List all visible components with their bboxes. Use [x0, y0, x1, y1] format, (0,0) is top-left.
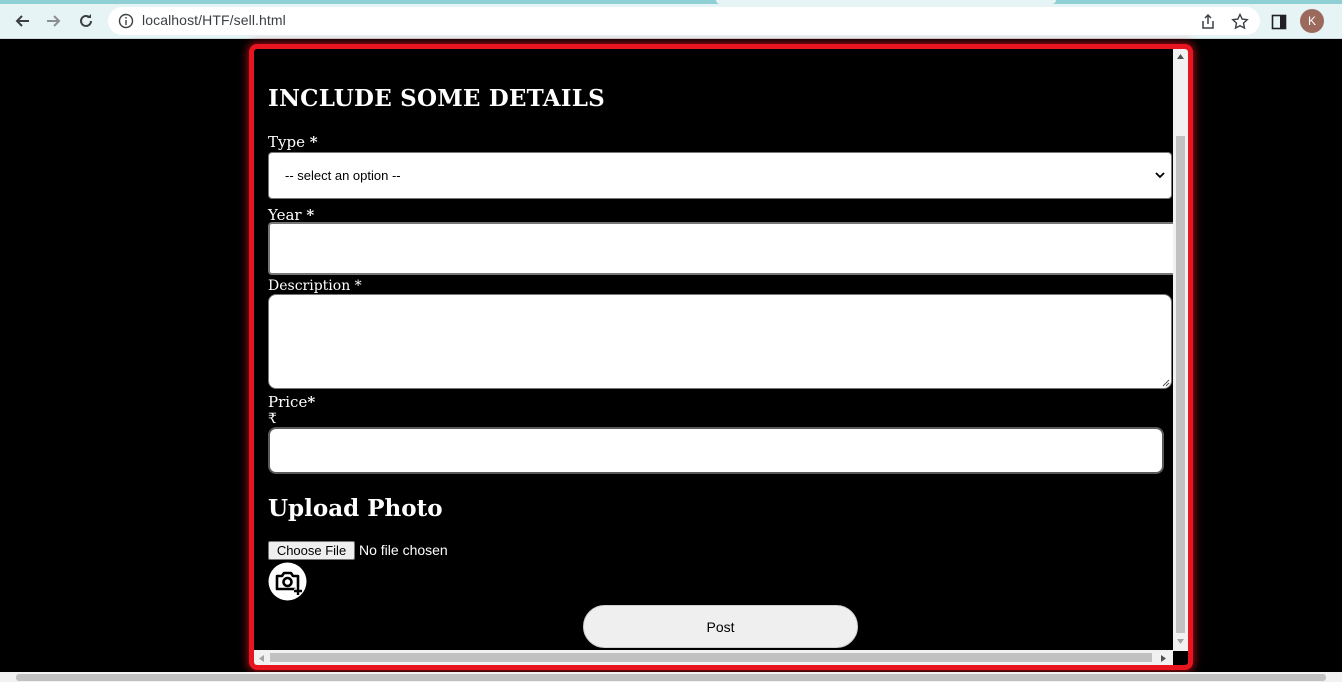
forward-button[interactable]: [40, 7, 68, 35]
back-arrow-icon: [15, 15, 29, 27]
form-horizontal-scrollbar[interactable]: [254, 650, 1173, 665]
file-status: No file chosen: [359, 542, 448, 558]
scroll-right-arrow-icon[interactable]: [1160, 654, 1167, 663]
price-input[interactable]: [268, 427, 1164, 474]
type-label: Type *: [268, 133, 318, 151]
sell-form-frame: INCLUDE SOME DETAILS Type * -- select an…: [249, 44, 1193, 670]
form-content: INCLUDE SOME DETAILS Type * -- select an…: [268, 49, 1178, 651]
scroll-down-arrow-icon[interactable]: [1176, 638, 1185, 645]
reload-icon: [80, 14, 92, 27]
reload-button[interactable]: [72, 7, 100, 35]
price-label: Price*: [268, 393, 315, 411]
price-required-mark: *: [307, 393, 316, 411]
forward-arrow-icon: [47, 15, 61, 27]
page-horizontal-scrollbar[interactable]: [0, 672, 1342, 682]
post-button[interactable]: Post: [583, 605, 858, 648]
page-title: INCLUDE SOME DETAILS: [268, 85, 605, 112]
page: INCLUDE SOME DETAILS Type * -- select an…: [0, 40, 1342, 672]
description-label: Description *: [268, 278, 362, 294]
upload-photo-heading: Upload Photo: [268, 495, 443, 522]
price-label-text: Price: [268, 393, 308, 411]
resize-grip-icon[interactable]: [1161, 378, 1170, 387]
page-scroll-thumb[interactable]: [16, 674, 1326, 681]
scroll-left-arrow-icon[interactable]: [258, 654, 265, 663]
horizontal-scroll-thumb[interactable]: [270, 653, 1152, 662]
info-icon[interactable]: [118, 13, 134, 29]
camera-add-icon[interactable]: [268, 562, 307, 601]
type-selected-value: -- select an option --: [285, 168, 401, 183]
address-bar[interactable]: localhost/HTF/sell.html: [108, 7, 1260, 35]
choose-file-button[interactable]: Choose File: [268, 541, 355, 560]
star-icon[interactable]: [1231, 13, 1249, 31]
currency-symbol: ₹: [268, 411, 277, 427]
type-select[interactable]: -- select an option --: [268, 152, 1172, 199]
url-text[interactable]: localhost/HTF/sell.html: [142, 12, 286, 28]
side-panel-icon[interactable]: [1271, 14, 1287, 30]
browser-toolbar: localhost/HTF/sell.html K: [0, 4, 1342, 39]
form-vertical-scrollbar[interactable]: [1173, 49, 1188, 651]
type-label-text: Type: [268, 133, 310, 151]
scroll-up-arrow-icon[interactable]: [1176, 53, 1185, 60]
vertical-scroll-thumb[interactable]: [1176, 136, 1185, 633]
year-input[interactable]: [268, 222, 1178, 275]
avatar[interactable]: K: [1300, 9, 1324, 33]
back-button[interactable]: [8, 7, 36, 35]
share-icon[interactable]: [1199, 13, 1217, 31]
chevron-down-icon: [1155, 172, 1165, 179]
description-textarea[interactable]: [268, 294, 1172, 389]
type-required-mark: *: [309, 133, 318, 151]
